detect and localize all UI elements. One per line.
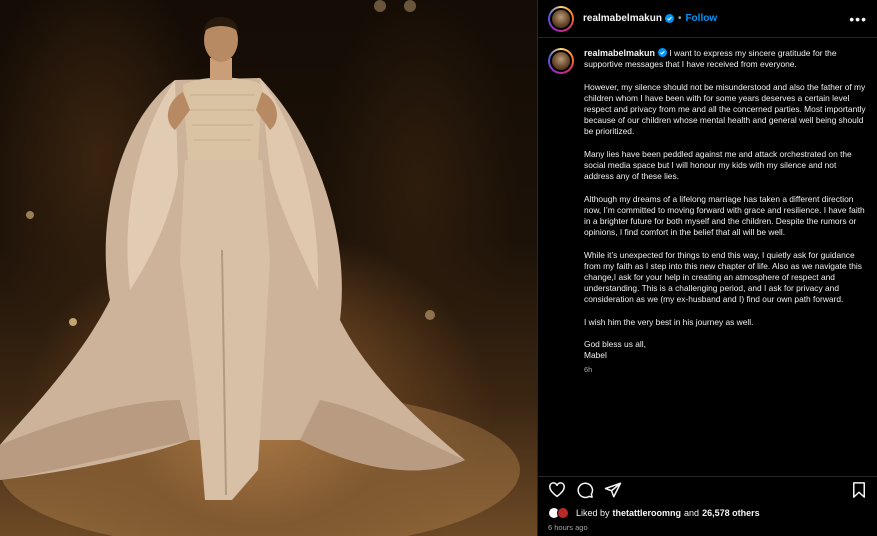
author-avatar[interactable] bbox=[548, 5, 574, 32]
more-horizontal-icon[interactable]: ••• bbox=[849, 11, 867, 27]
author-username[interactable]: realmabelmakun bbox=[583, 13, 662, 24]
action-bar bbox=[538, 476, 877, 500]
comment-icon[interactable] bbox=[576, 481, 594, 499]
share-send-icon[interactable] bbox=[604, 481, 622, 499]
liked-by-prefix: Liked by bbox=[576, 508, 610, 518]
post-header: realmabelmakun • Follow ••• bbox=[538, 0, 877, 38]
caption-paragraph: While it’s unexpected for things to end … bbox=[584, 249, 862, 305]
caption-paragraph: Although my dreams of a lifelong marriag… bbox=[584, 193, 865, 238]
caption-username[interactable]: realmabelmakun bbox=[584, 48, 655, 58]
follow-button[interactable]: Follow bbox=[685, 13, 717, 24]
verified-badge-icon bbox=[664, 14, 674, 23]
post-photo-illustration bbox=[0, 0, 520, 536]
liker-avatars[interactable] bbox=[548, 507, 570, 519]
post-photo[interactable] bbox=[0, 0, 537, 536]
caption-text: realmabelmakun I want to express my sinc… bbox=[584, 48, 866, 464]
post-side-panel: realmabelmakun • Follow ••• realmabelmak… bbox=[537, 0, 877, 536]
caption-paragraph: Many lies have been peddled against me a… bbox=[584, 148, 852, 182]
like-heart-icon[interactable] bbox=[548, 481, 566, 499]
bookmark-save-icon[interactable] bbox=[850, 481, 868, 499]
caption-paragraph: However, my silence should not be misund… bbox=[584, 81, 866, 137]
caption-paragraph: I wish him the very best in his journey … bbox=[584, 316, 754, 327]
liked-by-username[interactable]: thetattleroomng bbox=[613, 508, 682, 518]
caption-verified-badge-icon bbox=[658, 48, 668, 57]
likes-summary: Liked by thetattleroomng and 26,578 othe… bbox=[548, 507, 760, 519]
post-time-ago[interactable]: 6 hours ago bbox=[548, 523, 588, 532]
caption-author-avatar[interactable] bbox=[548, 48, 574, 74]
caption-signoff: God bless us all, bbox=[584, 339, 646, 350]
caption-timestamp[interactable]: 6h bbox=[584, 364, 866, 375]
likes-count[interactable]: 26,578 others bbox=[702, 508, 760, 518]
liked-by-and: and bbox=[684, 508, 700, 518]
separator-dot: • bbox=[677, 13, 682, 24]
caption-section: realmabelmakun I want to express my sinc… bbox=[538, 38, 877, 464]
caption-signature: Mabel bbox=[584, 350, 607, 361]
